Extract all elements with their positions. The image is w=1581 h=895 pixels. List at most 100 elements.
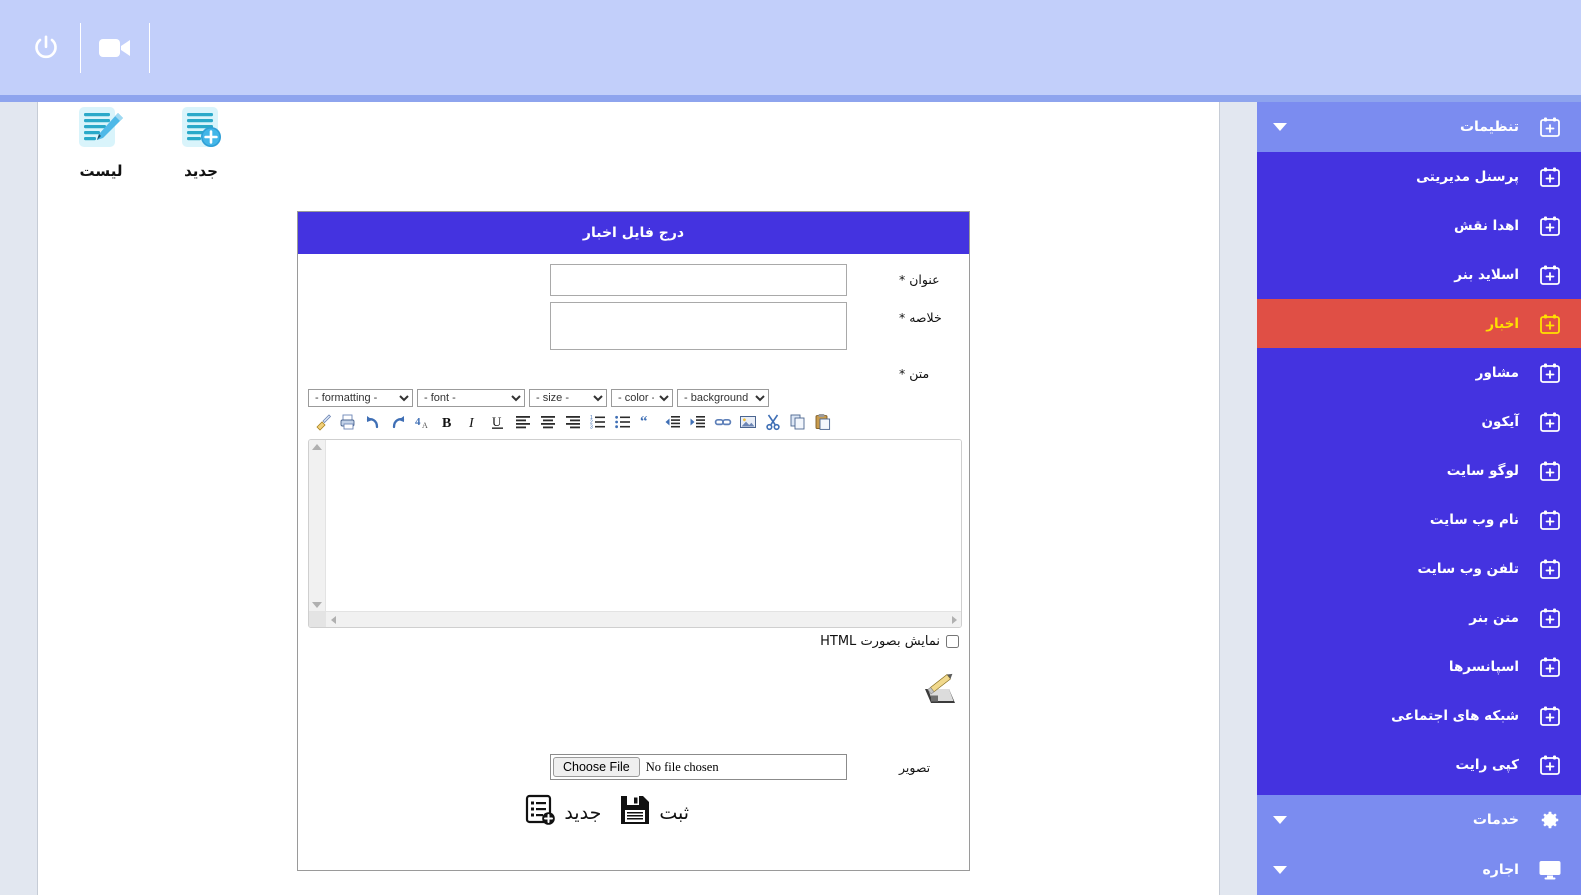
blockquote-icon[interactable]: “ [637,411,659,433]
calendar-plus-icon [1535,313,1565,335]
sidebar-item-label: اهدا نقش [1454,217,1519,234]
app-root: جدید لیست درج فایل اخبار عنوان * خلاصه *… [0,0,1581,895]
calendar-plus-icon [1535,215,1565,237]
sidebar-group-services[interactable]: خدمات [1257,795,1581,845]
video-camera-icon[interactable] [87,0,143,95]
editor-vertical-scrollbar[interactable] [309,440,326,612]
spellcheck-icon[interactable]: 4 A [412,411,434,433]
toolbar-divider-1 [80,22,81,73]
align-right-icon[interactable] [562,411,584,433]
select-font[interactable]: - font - [417,389,525,407]
ordered-list-icon[interactable]: 123 [587,411,609,433]
italic-icon[interactable]: I [462,411,484,433]
sidebar-item-social-networks[interactable]: شبکه های اجتماعی [1257,691,1581,740]
outdent-icon[interactable] [662,411,684,433]
clean-formatting-icon[interactable] [312,411,334,433]
sidebar: تنظیمات پرسنل مدیریتی اهدا نقش اسلاید بن… [1257,102,1581,895]
sidebar-item-banner-slide[interactable]: اسلاید بنر [1257,250,1581,299]
underline-icon[interactable]: U [487,411,509,433]
editor-save-row [308,671,959,712]
insert-image-icon[interactable] [737,411,759,433]
calendar-plus-icon [1535,116,1565,138]
chevron-down-icon [1273,816,1287,824]
calendar-plus-icon [1535,411,1565,433]
indent-icon[interactable] [687,411,709,433]
monitor-icon [1535,859,1565,881]
shortcut-list-label: لیست [79,162,123,180]
html-view-row: نمایش بصورت HTML [308,634,959,649]
gear-icon [1535,809,1565,831]
panel-title: درج فایل اخبار [298,212,969,254]
rich-text-editor: - formatting - - font - - size - - color… [308,389,962,712]
select-size[interactable]: - size - [529,389,607,407]
field-row-body: متن * [308,356,959,381]
sidebar-item-site-logo[interactable]: لوگو سایت [1257,446,1581,495]
title-input[interactable] [550,264,847,296]
align-left-icon[interactable] [512,411,534,433]
link-icon[interactable] [712,411,734,433]
sidebar-item-banner-text[interactable]: متن بنر [1257,593,1581,642]
html-view-checkbox[interactable] [946,635,959,648]
field-row-image: تصویر Choose File No file chosen [308,754,959,780]
scroll-left-arrow-icon[interactable] [331,616,336,624]
sidebar-group-rent-label: اجاره [1482,862,1519,878]
new-button[interactable]: جدید [524,794,601,831]
cut-icon[interactable] [762,411,784,433]
sidebar-item-management-personnel[interactable]: پرسنل مدیریتی [1257,152,1581,201]
sidebar-item-role-grant[interactable]: اهدا نقش [1257,201,1581,250]
choose-file-button[interactable]: Choose File [553,757,640,777]
paste-icon[interactable] [812,411,834,433]
sidebar-item-site-phone[interactable]: تلفن وب سایت [1257,544,1581,593]
power-icon[interactable] [18,0,74,95]
sidebar-item-advisor[interactable]: مشاور [1257,348,1581,397]
sidebar-item-news[interactable]: اخبار [1257,299,1581,348]
sidebar-group-settings-label: تنظیمات [1459,119,1519,135]
sidebar-item-icon[interactable]: آیکون [1257,397,1581,446]
file-input-wrapper[interactable]: Choose File No file chosen [550,754,847,780]
align-center-icon[interactable] [537,411,559,433]
copy-icon[interactable] [787,411,809,433]
editor-content-area[interactable] [327,440,961,610]
sidebar-item-label: اسلاید بنر [1454,266,1519,283]
sidebar-group-rent[interactable]: اجاره [1257,845,1581,895]
redo-icon[interactable] [387,411,409,433]
editor-horizontal-scrollbar[interactable] [309,611,961,627]
select-color[interactable]: - color - [611,389,673,407]
new-button-label: جدید [564,801,602,824]
sidebar-item-copyright[interactable]: کپی رایت [1257,740,1581,789]
submit-button-label: ثبت [659,801,689,824]
shortcut-new-label: جدید [184,162,218,180]
svg-text:3: 3 [590,424,593,430]
field-row-title: عنوان * [308,264,959,296]
toolbar-divider-2 [149,22,150,73]
select-background[interactable]: - background - [677,389,769,407]
sidebar-group-settings[interactable]: تنظیمات [1257,102,1581,152]
form-actions: ثبت جدید [308,794,959,831]
save-edit-icon[interactable] [923,671,957,712]
sidebar-item-site-name[interactable]: نام وب سایت [1257,495,1581,544]
scroll-up-arrow-icon[interactable] [312,444,322,450]
calendar-plus-icon [1535,509,1565,531]
unordered-list-icon[interactable] [612,411,634,433]
right-gutter [1219,102,1257,895]
shortcut-list[interactable]: لیست [65,104,137,180]
bold-icon[interactable]: B [437,411,459,433]
shortcut-bar: جدید لیست [65,104,237,180]
summary-textarea[interactable] [550,302,847,350]
sidebar-item-label: متن بنر [1469,609,1519,626]
top-bar [0,0,1581,95]
document-add-icon [165,104,237,156]
chevron-down-icon [1273,123,1287,131]
editor-toolbar: 4 A B I U 1 2 3 “ [308,411,959,433]
select-formatting[interactable]: - formatting - [308,389,413,407]
scroll-down-arrow-icon[interactable] [312,602,322,608]
calendar-plus-icon [1535,166,1565,188]
undo-icon[interactable] [362,411,384,433]
sidebar-item-label: آیکون [1481,413,1519,430]
scroll-right-arrow-icon[interactable] [952,616,957,624]
calendar-plus-icon [1535,607,1565,629]
print-icon[interactable] [337,411,359,433]
shortcut-new[interactable]: جدید [165,104,237,180]
sidebar-item-sponsors[interactable]: اسپانسرها [1257,642,1581,691]
submit-button[interactable]: ثبت [619,794,689,831]
